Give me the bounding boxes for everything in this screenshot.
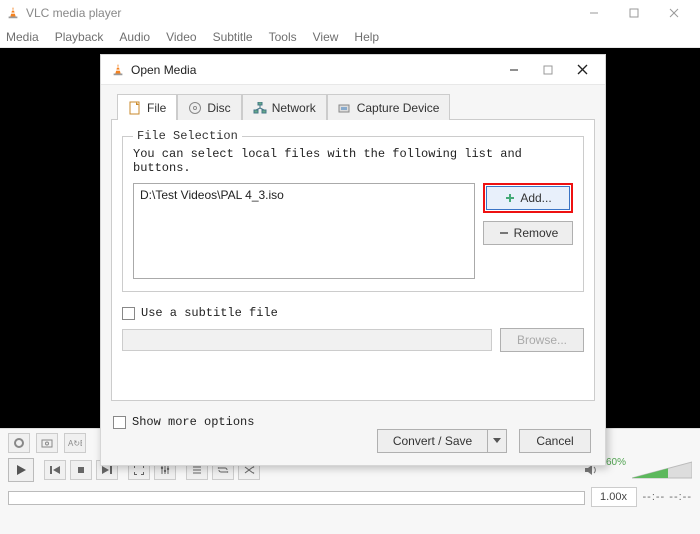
- volume-slider[interactable]: [632, 460, 692, 480]
- convert-save-label: Convert / Save: [393, 434, 472, 448]
- prev-button[interactable]: [44, 460, 66, 480]
- add-button[interactable]: Add...: [486, 186, 570, 210]
- subtitle-checkbox[interactable]: [122, 307, 135, 320]
- record-button[interactable]: [8, 433, 30, 453]
- main-maximize-button[interactable]: [614, 0, 654, 26]
- add-button-label: Add...: [520, 191, 551, 205]
- svg-text:A↻B: A↻B: [68, 439, 82, 448]
- remove-button[interactable]: Remove: [483, 221, 573, 245]
- menu-tools[interactable]: Tools: [269, 30, 297, 44]
- atob-button[interactable]: A↻B: [64, 433, 86, 453]
- tab-content: File Selection You can select local file…: [111, 119, 595, 401]
- open-media-dialog: Open Media File Disc Network Capture Dev…: [100, 54, 606, 466]
- cancel-button-label: Cancel: [536, 434, 573, 448]
- tabs: File Disc Network Capture Device: [111, 93, 595, 119]
- file-list-item[interactable]: D:\Test Videos\PAL 4_3.iso: [140, 188, 468, 202]
- menu-subtitle[interactable]: Subtitle: [213, 30, 253, 44]
- seek-bar[interactable]: [8, 491, 585, 505]
- network-icon: [253, 101, 267, 115]
- file-icon: [128, 101, 142, 115]
- dialog-titlebar: Open Media: [101, 55, 605, 85]
- minus-icon: [498, 228, 510, 238]
- vlc-cone-icon: [111, 63, 125, 77]
- time-display: --:-- --:--: [643, 491, 692, 503]
- file-selection-fieldset: File Selection You can select local file…: [122, 136, 584, 292]
- dialog-minimize-button[interactable]: [497, 56, 531, 84]
- plus-icon: [504, 193, 516, 203]
- tab-network[interactable]: Network: [242, 94, 327, 120]
- tab-network-label: Network: [272, 101, 316, 115]
- tab-capture-label: Capture Device: [357, 101, 440, 115]
- convert-save-dropdown[interactable]: [487, 429, 507, 453]
- dialog-maximize-button[interactable]: [531, 56, 565, 84]
- more-options-label: Show more options: [132, 415, 254, 429]
- vlc-cone-icon: [6, 6, 20, 20]
- file-selection-hint: You can select local files with the foll…: [133, 147, 573, 175]
- menu-view[interactable]: View: [313, 30, 339, 44]
- tab-file[interactable]: File: [117, 94, 177, 120]
- main-titlebar: VLC media player: [0, 0, 700, 26]
- disc-icon: [188, 101, 202, 115]
- snapshot-button[interactable]: [36, 433, 58, 453]
- main-minimize-button[interactable]: [574, 0, 614, 26]
- capture-icon: [338, 101, 352, 115]
- speed-indicator[interactable]: 1.00x: [591, 487, 637, 507]
- play-button[interactable]: [8, 458, 34, 482]
- browse-button: Browse...: [500, 328, 584, 352]
- subtitle-path-input: [122, 329, 492, 351]
- main-title: VLC media player: [26, 6, 121, 20]
- dialog-close-button[interactable]: [565, 56, 599, 84]
- volume-percent: 60%: [606, 457, 626, 468]
- tab-file-label: File: [147, 101, 166, 115]
- subtitle-checkbox-label: Use a subtitle file: [141, 306, 278, 320]
- tab-capture[interactable]: Capture Device: [327, 94, 451, 120]
- menu-video[interactable]: Video: [166, 30, 196, 44]
- file-selection-legend: File Selection: [133, 129, 242, 143]
- more-options-checkbox[interactable]: [113, 416, 126, 429]
- add-button-highlight: Add...: [483, 183, 573, 213]
- file-list[interactable]: D:\Test Videos\PAL 4_3.iso: [133, 183, 475, 279]
- convert-save-button[interactable]: Convert / Save: [377, 429, 507, 453]
- menu-playback[interactable]: Playback: [55, 30, 104, 44]
- main-close-button[interactable]: [654, 0, 694, 26]
- cancel-button[interactable]: Cancel: [519, 429, 591, 453]
- tab-disc-label: Disc: [207, 101, 230, 115]
- dialog-title: Open Media: [131, 63, 196, 77]
- menu-audio[interactable]: Audio: [119, 30, 150, 44]
- menubar: Media Playback Audio Video Subtitle Tool…: [0, 26, 700, 48]
- menu-help[interactable]: Help: [354, 30, 379, 44]
- tab-disc[interactable]: Disc: [177, 94, 241, 120]
- stop-button[interactable]: [70, 460, 92, 480]
- browse-button-label: Browse...: [517, 333, 567, 347]
- menu-media[interactable]: Media: [6, 30, 39, 44]
- remove-button-label: Remove: [514, 226, 559, 240]
